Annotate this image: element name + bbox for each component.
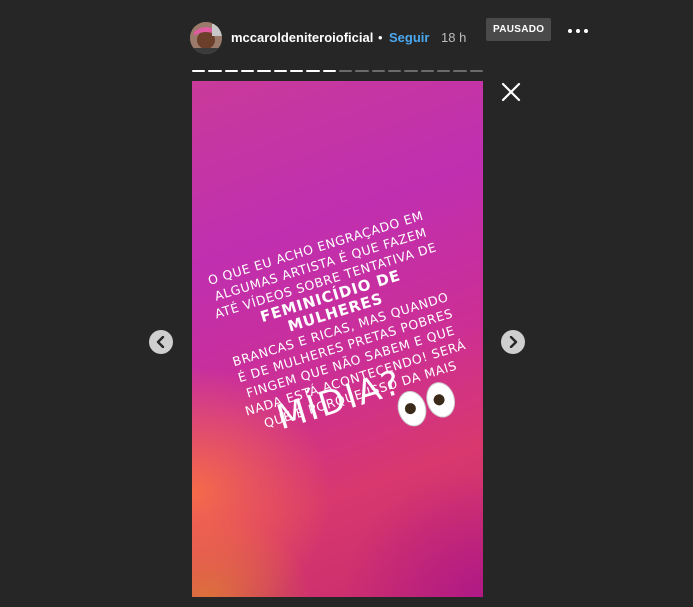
previous-story-button[interactable] [149,330,173,354]
progress-segment [208,70,222,72]
progress-segment [289,70,304,72]
close-icon[interactable] [500,81,522,103]
separator-dot: • [378,30,383,45]
more-options-icon[interactable] [568,26,590,38]
progress-segment [453,70,467,72]
progress-segment [224,70,238,72]
story-progress-bar [192,70,483,72]
progress-segment [306,70,320,72]
progress-segment [420,70,434,72]
follow-button[interactable]: Seguir [389,30,429,45]
story-frame[interactable]: O QUE EU ACHO ENGRAÇADO EM ALGUMAS ARTIS… [192,81,483,597]
progress-segment [338,70,353,72]
story-header: mccaroldeniteroioficial • Seguir 18 h PA… [190,18,610,56]
progress-segment [371,70,385,72]
next-story-button[interactable] [501,330,525,354]
progress-segment [387,70,402,72]
progress-segment [322,70,336,72]
progress-segment [192,70,206,72]
chevron-left-icon [156,336,165,348]
progress-segment [355,70,369,72]
timestamp: 18 h [441,30,467,45]
progress-segment [404,70,418,72]
status-badge: PAUSADO [486,18,552,41]
avatar[interactable] [190,22,222,54]
username-link[interactable]: mccaroldeniteroioficial [231,30,373,45]
progress-segment [469,70,483,72]
progress-segment [240,70,255,72]
chevron-right-icon [509,336,518,348]
progress-segment [436,70,451,72]
progress-segment [273,70,287,72]
progress-segment [257,70,271,72]
